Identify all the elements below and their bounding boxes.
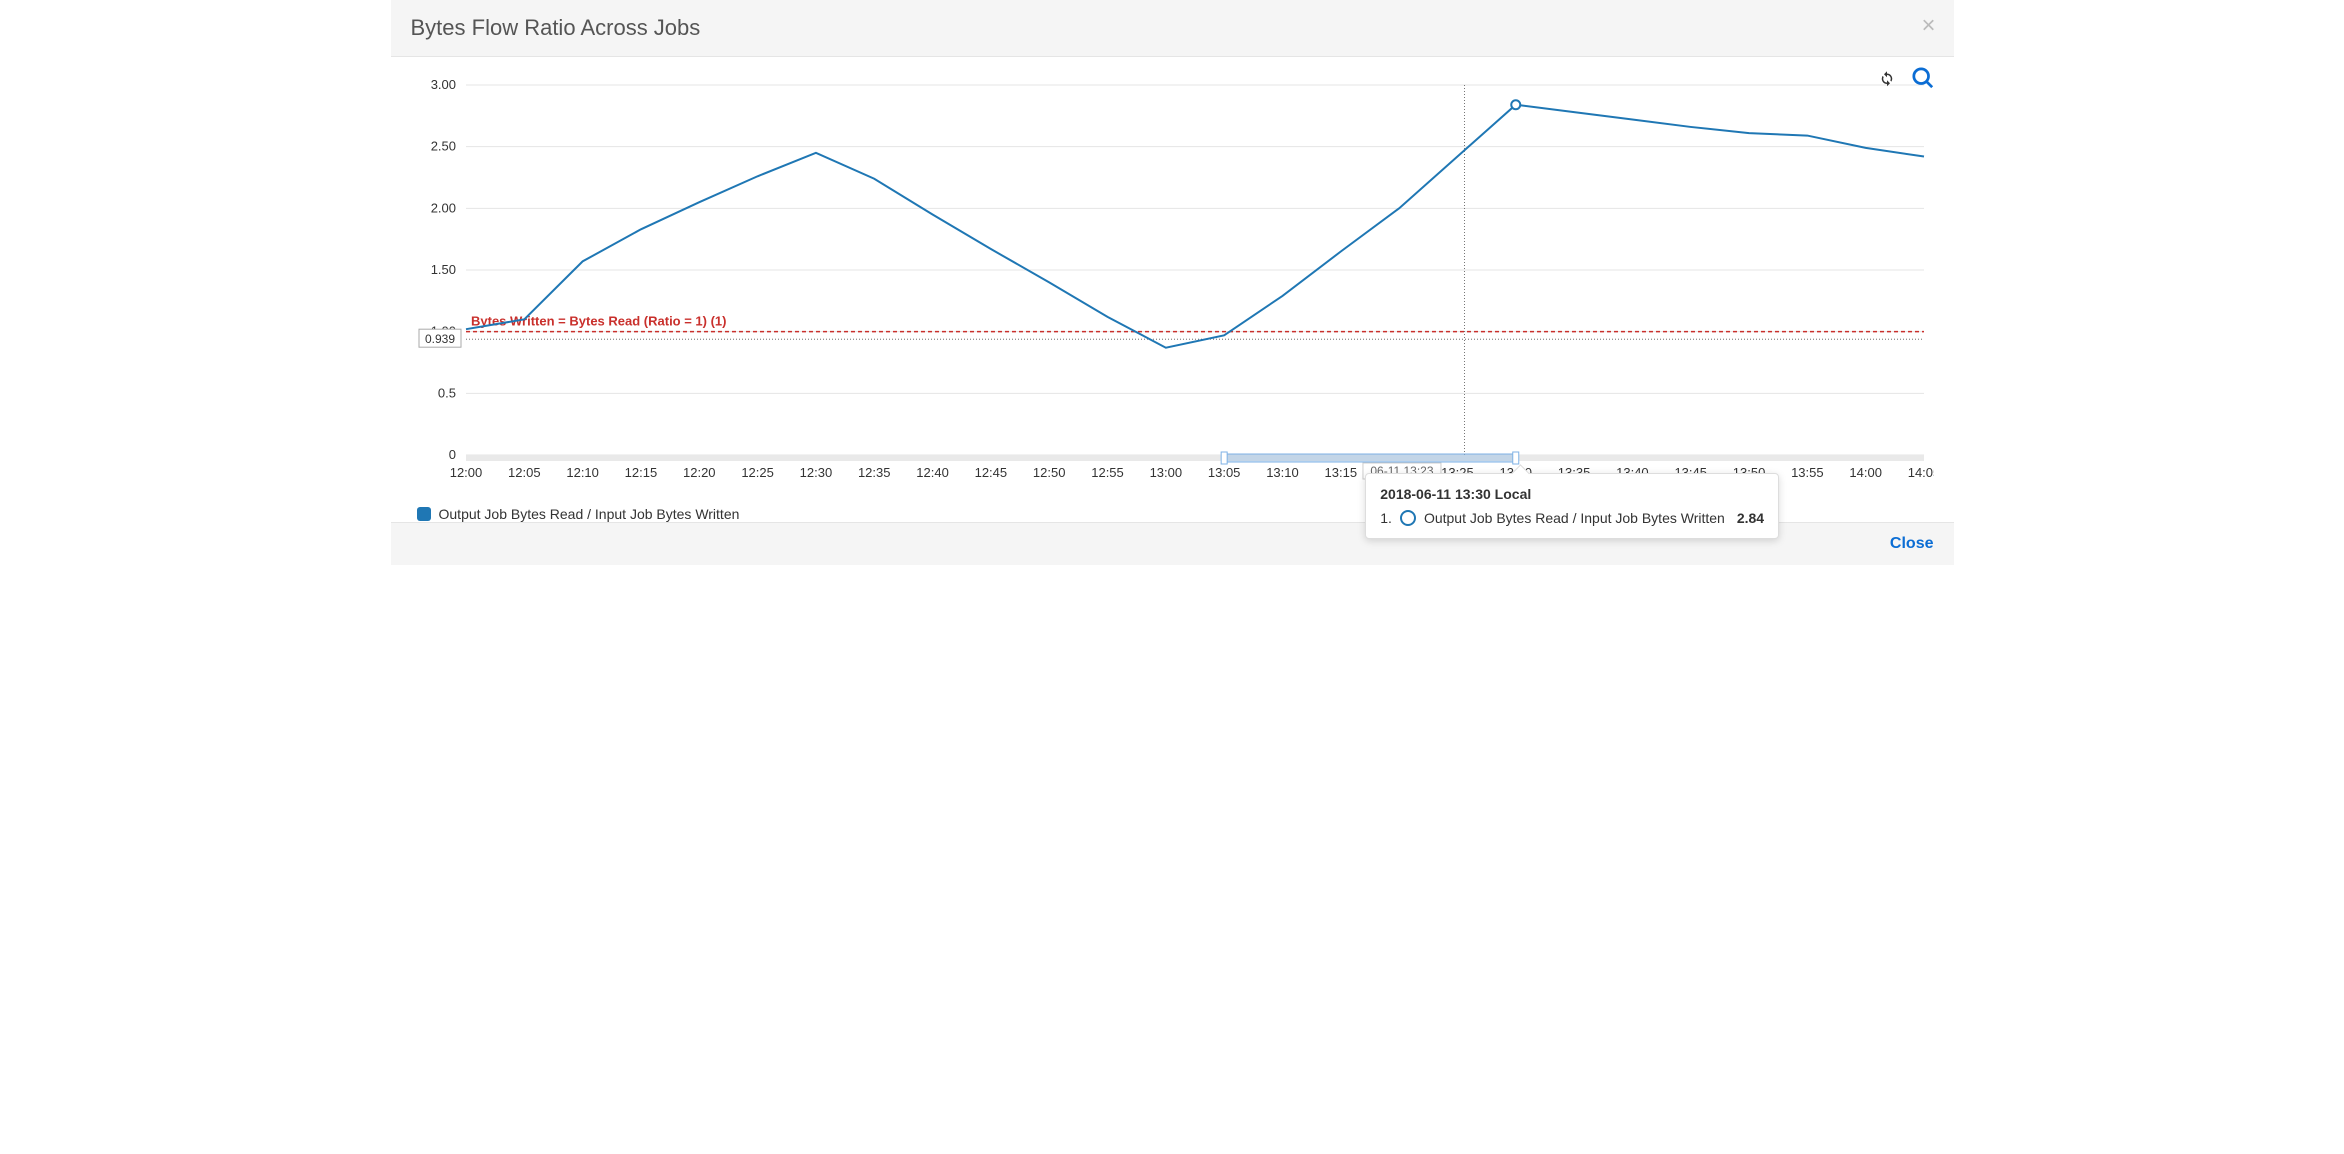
svg-text:12:15: 12:15 xyxy=(624,465,657,480)
tooltip-row-prefix: 1. xyxy=(1380,510,1392,526)
svg-text:1.50: 1.50 xyxy=(430,262,455,277)
refresh-icon[interactable] xyxy=(1878,69,1896,87)
svg-text:12:05: 12:05 xyxy=(508,465,541,480)
modal-body: 00.51.001.502.002.503.0012:0012:0512:101… xyxy=(391,57,1954,522)
svg-text:12:55: 12:55 xyxy=(1091,465,1124,480)
chart-modal: Bytes Flow Ratio Across Jobs × 00.51.001… xyxy=(391,0,1954,565)
svg-text:12:40: 12:40 xyxy=(916,465,949,480)
svg-text:12:00: 12:00 xyxy=(449,465,482,480)
svg-text:14:00: 14:00 xyxy=(1849,465,1882,480)
tooltip-series-marker-icon xyxy=(1400,510,1416,526)
svg-text:12:10: 12:10 xyxy=(566,465,599,480)
svg-text:12:20: 12:20 xyxy=(683,465,716,480)
legend-series-label: Output Job Bytes Read / Input Job Bytes … xyxy=(439,506,740,522)
svg-text:13:10: 13:10 xyxy=(1266,465,1299,480)
close-icon[interactable]: × xyxy=(1921,12,1935,40)
svg-text:13:00: 13:00 xyxy=(1149,465,1182,480)
modal-title: Bytes Flow Ratio Across Jobs xyxy=(411,15,701,40)
svg-text:12:45: 12:45 xyxy=(974,465,1007,480)
svg-text:13:15: 13:15 xyxy=(1324,465,1357,480)
svg-text:0: 0 xyxy=(448,447,455,462)
svg-text:3.00: 3.00 xyxy=(430,77,455,92)
svg-text:0.939: 0.939 xyxy=(424,332,454,346)
modal-header: Bytes Flow Ratio Across Jobs × xyxy=(391,0,1954,57)
tooltip-time: 2018-06-11 13:30 Local xyxy=(1380,486,1764,502)
svg-text:12:35: 12:35 xyxy=(857,465,890,480)
svg-text:2.50: 2.50 xyxy=(430,139,455,154)
svg-text:12:30: 12:30 xyxy=(799,465,832,480)
chart-toolbar xyxy=(1878,67,1934,89)
legend-swatch xyxy=(417,507,431,521)
close-button[interactable]: Close xyxy=(1890,535,1934,552)
tooltip-series-label: Output Job Bytes Read / Input Job Bytes … xyxy=(1424,510,1725,526)
svg-text:2.00: 2.00 xyxy=(430,200,455,215)
chart-area[interactable]: 00.51.001.502.002.503.0012:0012:0512:101… xyxy=(411,57,1934,500)
svg-text:13:55: 13:55 xyxy=(1791,465,1824,480)
tooltip-row: 1. Output Job Bytes Read / Input Job Byt… xyxy=(1380,510,1764,526)
svg-text:12:25: 12:25 xyxy=(741,465,774,480)
tooltip-value: 2.84 xyxy=(1737,510,1764,526)
svg-text:13:05: 13:05 xyxy=(1207,465,1240,480)
line-chart-svg[interactable]: 00.51.001.502.002.503.0012:0012:0512:101… xyxy=(411,75,1934,495)
svg-text:14:05: 14:05 xyxy=(1907,465,1933,480)
chart-tooltip: 2018-06-11 13:30 Local 1. Output Job Byt… xyxy=(1365,473,1779,539)
svg-text:12:50: 12:50 xyxy=(1032,465,1065,480)
svg-text:0.5: 0.5 xyxy=(437,385,455,400)
zoom-icon[interactable] xyxy=(1912,67,1934,89)
